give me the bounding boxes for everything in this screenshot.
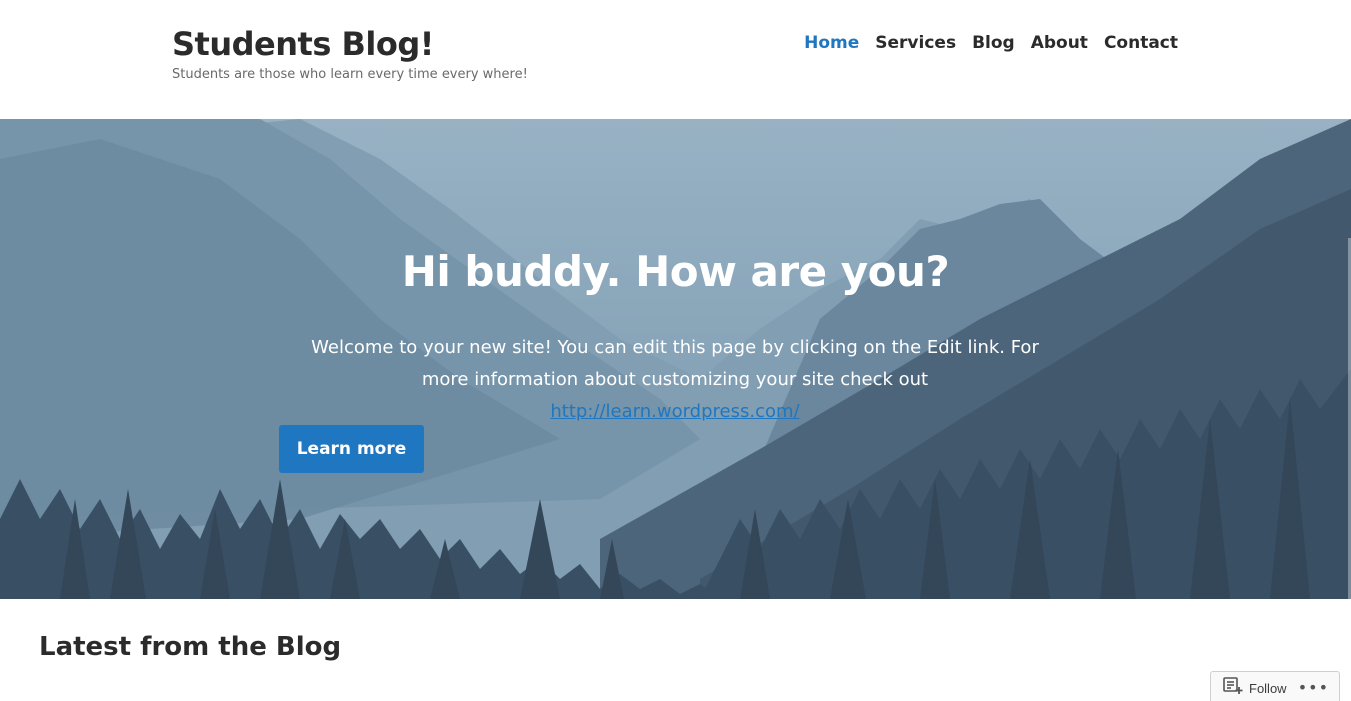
site-tagline: Students are those who learn every time … <box>172 67 528 82</box>
hero-banner: Hi buddy. How are you? Welcome to your n… <box>0 119 1351 599</box>
nav-item-blog[interactable]: Blog <box>972 33 1015 53</box>
nav-item-home[interactable]: Home <box>804 33 859 53</box>
site-header: Students Blog! Students are those who le… <box>0 0 1351 119</box>
latest-blog-heading: Latest from the Blog <box>39 632 342 662</box>
main-navigation: Home Services Blog About Contact <box>804 33 1178 53</box>
hero-description-text: Welcome to your new site! You can edit t… <box>311 337 1039 390</box>
learn-more-button[interactable]: Learn more <box>279 425 424 473</box>
nav-item-about[interactable]: About <box>1031 33 1088 53</box>
nav-item-services[interactable]: Services <box>875 33 956 53</box>
hero-description: Welcome to your new site! You can edit t… <box>300 332 1050 428</box>
follow-reader-icon <box>1223 676 1243 700</box>
nav-item-contact[interactable]: Contact <box>1104 33 1178 53</box>
follow-button[interactable]: Follow <box>1223 676 1287 700</box>
follow-widget: Follow ••• <box>1210 671 1340 701</box>
site-title[interactable]: Students Blog! <box>172 25 434 63</box>
follow-label: Follow <box>1249 680 1287 696</box>
more-options-icon[interactable]: ••• <box>1298 680 1329 696</box>
learn-wordpress-link[interactable]: http://learn.wordpress.com/ <box>550 401 799 422</box>
hero-heading: Hi buddy. How are you? <box>401 247 950 296</box>
